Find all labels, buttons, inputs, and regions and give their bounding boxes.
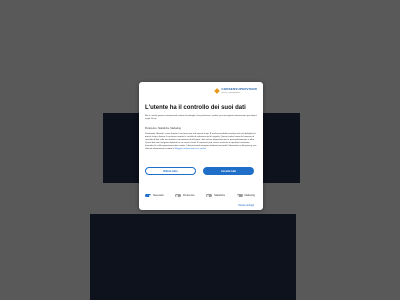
toggle-label: Marketing	[244, 194, 256, 197]
reject-all-button[interactable]: Rifiuta tutto	[145, 167, 196, 175]
background-panel-footer	[102, 259, 296, 300]
consent-toggles: Necessari Preferenze Statistiche Marketi…	[145, 194, 255, 197]
toggle-statistics[interactable]: Statistiche	[206, 194, 225, 197]
toggle-label: Statistiche	[214, 194, 226, 197]
show-details-link[interactable]: Mostra dettagli	[238, 204, 254, 207]
accept-all-button[interactable]: Accetta tutti	[203, 167, 254, 175]
toggle-marketing[interactable]: Marketing	[236, 194, 256, 197]
toggle-switch-necessary[interactable]	[145, 194, 151, 197]
dialog-title: L'utente ha il controllo dei suoi dati	[145, 105, 246, 111]
toggle-label: Necessari	[153, 194, 164, 197]
intro-paragraph: Noi e i nostri partner commerciali usiam…	[145, 115, 257, 120]
cookie-consent-dialog: CONSENSUPERVISOR privacy management L'ut…	[139, 82, 263, 210]
cookie-info-link[interactable]: Maggiori informazioni sui cookie	[175, 148, 206, 150]
toggle-switch-preferences[interactable]	[175, 194, 182, 197]
logo-tagline: privacy management	[221, 91, 240, 94]
logo-diamond-icon	[214, 88, 221, 94]
toggle-switch-marketing[interactable]	[236, 194, 243, 197]
purposes-list: Preferenze, Statistiche, Marketing	[145, 127, 181, 130]
toggle-preferences[interactable]: Preferenze	[175, 194, 195, 197]
toggle-necessary[interactable]: Necessari	[145, 194, 164, 197]
consent-paragraph: Premendo "Accetta" viene fornito il cons…	[145, 133, 257, 151]
consent-logo: CONSENSUPERVISOR privacy management	[214, 87, 257, 94]
toggle-switch-statistics[interactable]	[206, 194, 213, 197]
toggle-label: Preferenze	[183, 194, 195, 197]
